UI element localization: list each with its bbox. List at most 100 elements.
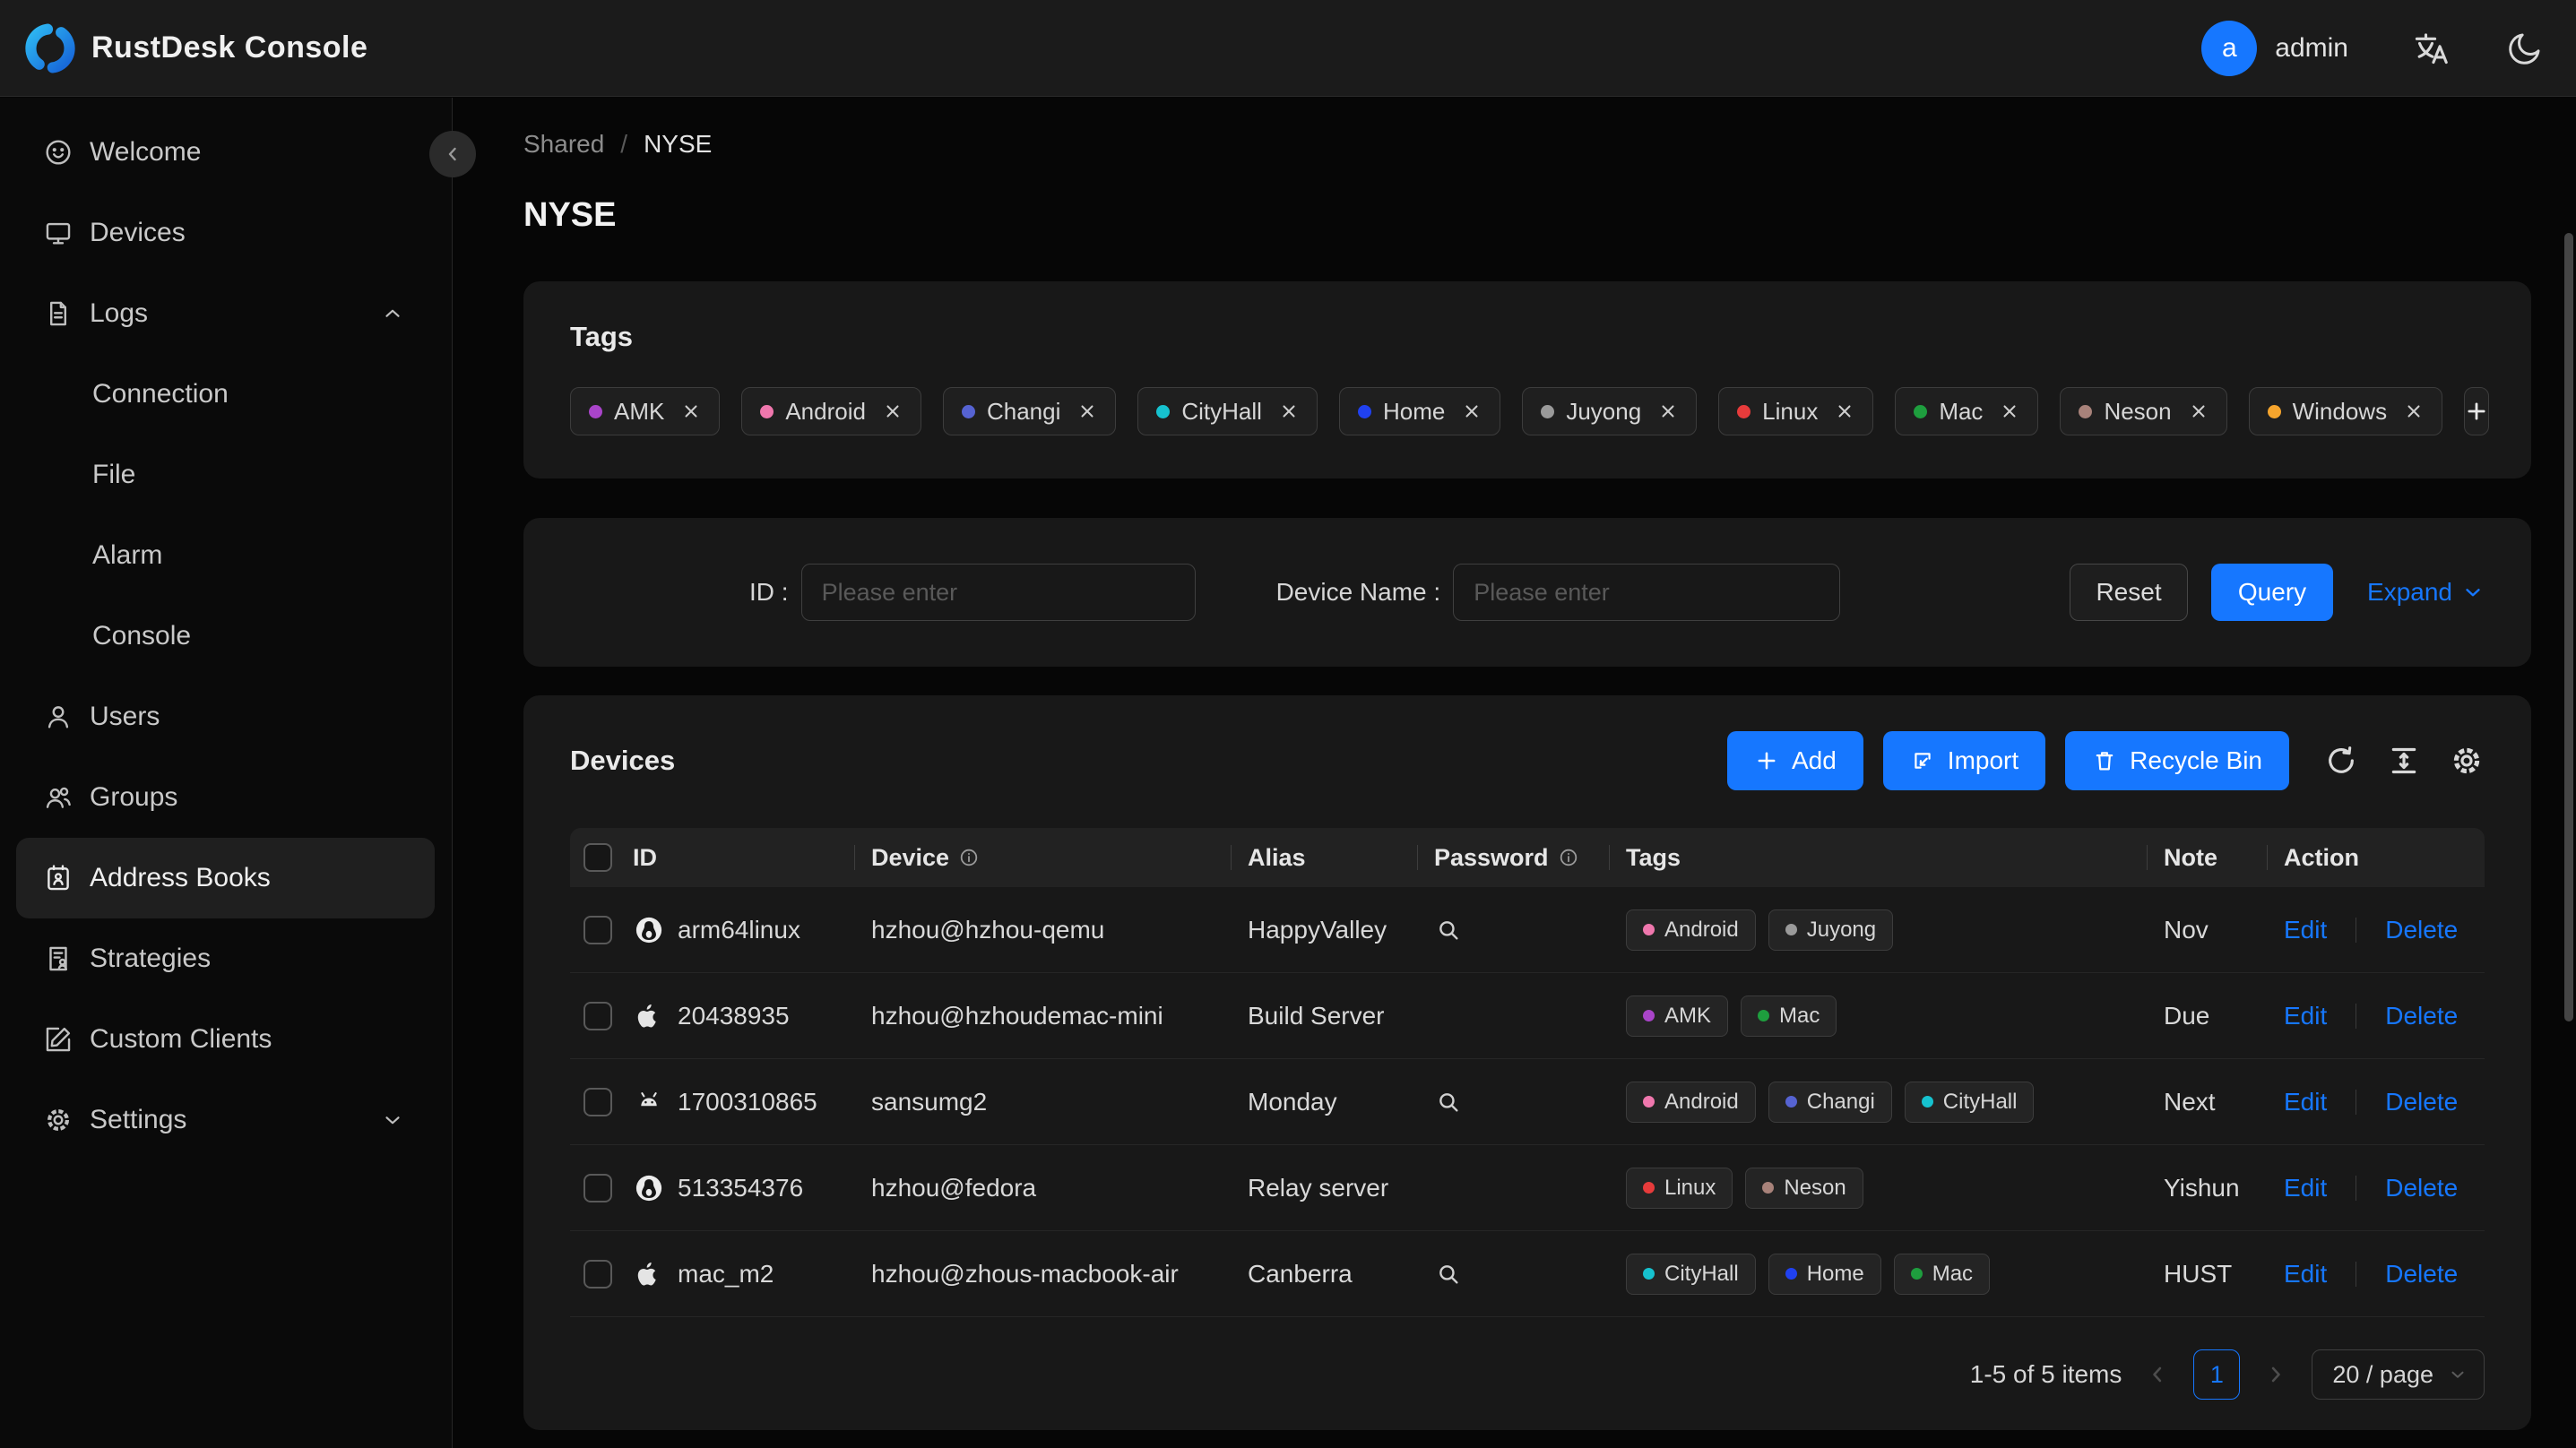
tag-chip-cityhall[interactable]: CityHall xyxy=(1137,387,1318,435)
remove-tag-icon[interactable] xyxy=(1462,401,1482,421)
edit-link[interactable]: Edit xyxy=(2284,1174,2327,1202)
delete-link[interactable]: Delete xyxy=(2385,1002,2458,1030)
tag-chip-home[interactable]: Home xyxy=(1338,387,1501,435)
sidebar-item-alarm[interactable]: Alarm xyxy=(16,515,435,596)
row-height-icon[interactable] xyxy=(2386,743,2422,779)
reset-button[interactable]: Reset xyxy=(2070,564,2189,621)
sidebar-item-settings[interactable]: Settings xyxy=(16,1080,435,1160)
sidebar-item-groups[interactable]: Groups xyxy=(16,757,435,838)
column-header-tags[interactable]: Tags xyxy=(1610,828,2148,887)
sidebar-item-connection[interactable]: Connection xyxy=(16,354,435,435)
column-header-password[interactable]: Password xyxy=(1418,828,1610,887)
sidebar-item-custom-clients[interactable]: Custom Clients xyxy=(16,999,435,1080)
tag-color-dot xyxy=(2267,404,2281,418)
delete-link[interactable]: Delete xyxy=(2385,916,2458,944)
recycle-bin-button[interactable]: Recycle Bin xyxy=(2065,731,2289,790)
page-size-value: 20 / page xyxy=(2332,1360,2433,1388)
prev-page-icon[interactable] xyxy=(2145,1362,2170,1387)
column-header-device[interactable]: Device xyxy=(855,828,1232,887)
tag-chip-amk[interactable]: AMK xyxy=(570,387,721,435)
id-filter-input[interactable] xyxy=(800,564,1196,621)
users-group-icon xyxy=(43,782,73,813)
query-button[interactable]: Query xyxy=(2211,564,2334,621)
table-row: 513354376 hzhou@fedora Relay server Linu… xyxy=(570,1145,2485,1231)
breadcrumb-parent[interactable]: Shared xyxy=(523,130,604,159)
refresh-icon[interactable] xyxy=(2323,743,2359,779)
table-row: arm64linux hzhou@hzhou-qemu HappyValley … xyxy=(570,887,2485,973)
edit-link[interactable]: Edit xyxy=(2284,1260,2327,1289)
select-all-checkbox[interactable] xyxy=(583,843,612,872)
sidebar-item-strategies[interactable]: Strategies xyxy=(16,918,435,999)
tag-chip-mac[interactable]: Mac xyxy=(1895,387,2039,435)
sidebar-item-devices[interactable]: Devices xyxy=(16,193,435,273)
remove-tag-icon[interactable] xyxy=(2189,401,2209,421)
table-settings-gear-icon[interactable] xyxy=(2449,743,2485,779)
delete-link[interactable]: Delete xyxy=(2385,1174,2458,1202)
remove-tag-icon[interactable] xyxy=(681,401,701,421)
row-checkbox[interactable] xyxy=(583,1259,612,1289)
edit-link[interactable]: Edit xyxy=(2284,916,2327,944)
username-label[interactable]: admin xyxy=(2275,33,2348,64)
sidebar-item-users[interactable]: Users xyxy=(16,677,435,757)
row-checkbox[interactable] xyxy=(583,915,612,944)
dark-mode-moon-icon[interactable] xyxy=(2506,30,2544,67)
remove-tag-icon[interactable] xyxy=(1279,401,1299,421)
tag-color-dot xyxy=(1357,404,1371,418)
column-header-id[interactable]: ID xyxy=(617,828,855,887)
tag-label: Home xyxy=(1382,397,1446,425)
translate-icon[interactable] xyxy=(2411,29,2451,68)
device-name-filter-input[interactable] xyxy=(1453,564,1841,621)
remove-tag-icon[interactable] xyxy=(883,401,903,421)
remove-tag-icon[interactable] xyxy=(1835,401,1854,421)
tag-chip-linux[interactable]: Linux xyxy=(1718,387,1874,435)
view-password-icon[interactable] xyxy=(1434,916,1463,944)
tag-label: Linux xyxy=(1762,397,1819,425)
pagination-total: 1-5 of 5 items xyxy=(1969,1360,2122,1388)
pagination: 1-5 of 5 items 1 20 / page xyxy=(570,1349,2485,1400)
sidebar-item-welcome[interactable]: Welcome xyxy=(16,112,435,193)
tag-chip-neson[interactable]: Neson xyxy=(2060,387,2227,435)
sidebar-item-file[interactable]: File xyxy=(16,435,435,515)
remove-tag-icon[interactable] xyxy=(2000,401,2019,421)
sidebar-item-label: Strategies xyxy=(90,944,212,973)
add-device-button[interactable]: Add xyxy=(1726,731,1863,790)
delete-link[interactable]: Delete xyxy=(2385,1088,2458,1116)
sidebar-item-console[interactable]: Console xyxy=(16,596,435,677)
sidebar-collapse-button[interactable] xyxy=(429,131,476,177)
info-icon xyxy=(1558,847,1579,868)
sidebar-item-label: Welcome xyxy=(90,137,202,167)
column-header-note[interactable]: Note xyxy=(2148,828,2268,887)
remove-tag-icon[interactable] xyxy=(2404,401,2424,421)
user-avatar[interactable]: a xyxy=(2201,20,2258,76)
row-checkbox[interactable] xyxy=(583,1087,612,1116)
brand: RustDesk Console xyxy=(23,22,367,75)
tag-chip-changi[interactable]: Changi xyxy=(942,387,1117,435)
tag-label: Windows xyxy=(2292,397,2388,425)
sidebar-item-label: File xyxy=(92,460,136,489)
device-id: arm64linux xyxy=(678,915,800,944)
next-page-icon[interactable] xyxy=(2263,1362,2288,1387)
tag-chip-windows[interactable]: Windows xyxy=(2248,387,2443,435)
scrollbar-thumb[interactable] xyxy=(2564,233,2573,1021)
view-password-icon[interactable] xyxy=(1434,1088,1463,1116)
sidebar-item-logs[interactable]: Logs xyxy=(16,273,435,354)
tag-chip-android[interactable]: Android xyxy=(741,387,921,435)
device-alias: Relay server xyxy=(1248,1173,1389,1202)
remove-tag-icon[interactable] xyxy=(1658,401,1678,421)
column-header-alias[interactable]: Alias xyxy=(1232,828,1418,887)
edit-link[interactable]: Edit xyxy=(2284,1088,2327,1116)
expand-link[interactable]: Expand xyxy=(2367,578,2485,607)
tag-chip-juyong[interactable]: Juyong xyxy=(1522,387,1698,435)
device-note: Nov xyxy=(2164,915,2209,944)
sidebar-item-address-books[interactable]: Address Books xyxy=(16,838,435,918)
import-button[interactable]: Import xyxy=(1882,731,2046,790)
row-checkbox[interactable] xyxy=(583,1173,612,1202)
add-tag-button[interactable] xyxy=(2464,387,2490,435)
page-number-button[interactable]: 1 xyxy=(2193,1349,2241,1400)
page-size-select[interactable]: 20 / page xyxy=(2312,1349,2485,1400)
view-password-icon[interactable] xyxy=(1434,1260,1463,1289)
row-checkbox[interactable] xyxy=(583,1001,612,1030)
remove-tag-icon[interactable] xyxy=(1077,401,1097,421)
delete-link[interactable]: Delete xyxy=(2385,1260,2458,1289)
edit-link[interactable]: Edit xyxy=(2284,1002,2327,1030)
